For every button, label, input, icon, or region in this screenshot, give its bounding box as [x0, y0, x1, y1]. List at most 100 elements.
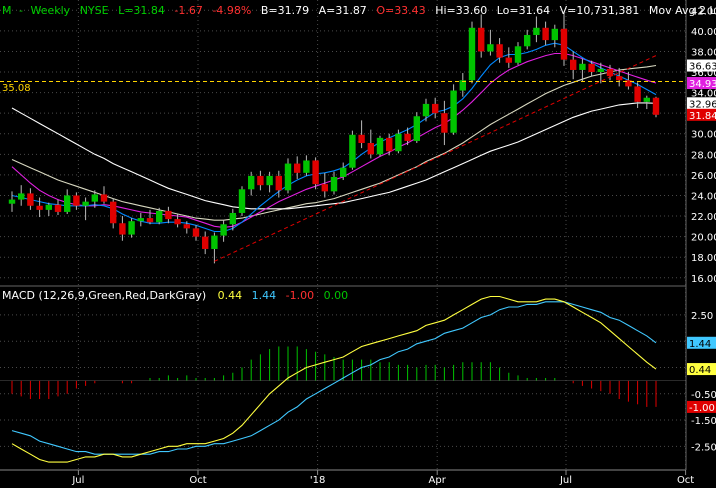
candle-down	[54, 204, 62, 212]
candle-up	[340, 167, 347, 177]
candle-down	[257, 175, 264, 186]
candle-up	[211, 235, 218, 249]
candle-up	[468, 27, 476, 81]
candle-up	[64, 195, 71, 212]
candle-up	[229, 212, 236, 225]
macd-header: MACD (12,26,9,Green,Red,DarkGray) 0.44 1…	[2, 289, 348, 302]
header-open: O=33.43	[376, 4, 425, 17]
candle-down	[386, 137, 393, 152]
candle-down	[100, 194, 108, 202]
date-tick-label: Oct	[677, 475, 694, 486]
candle-down	[652, 97, 660, 115]
candle-up	[597, 68, 604, 73]
candle-down	[192, 228, 200, 237]
candle-up	[422, 103, 430, 117]
price-tick-label: 30.00	[691, 130, 716, 141]
candle-down	[358, 134, 365, 143]
date-tick-label: '18	[310, 475, 325, 486]
candle-up	[376, 137, 384, 155]
macd-tick-label: -1.50	[691, 416, 716, 427]
candle-down	[505, 57, 512, 63]
price-tag: 31.84	[689, 111, 716, 122]
candle-down	[165, 210, 172, 220]
date-tick-label: Oct	[189, 475, 206, 486]
header-ask: A=31.87	[319, 4, 367, 17]
candle-down	[634, 86, 641, 102]
candle-down	[174, 219, 181, 225]
candle-down	[110, 201, 117, 224]
header-low: Lo=31.64	[497, 4, 550, 17]
candle-up	[82, 201, 89, 206]
macd-tag: 1.44	[689, 339, 711, 350]
macd-tag: -1.00	[689, 403, 715, 414]
candle-down	[588, 63, 595, 73]
date-tick-label: Apr	[429, 475, 447, 486]
header-volume: V=10,731,381	[560, 4, 640, 17]
candle-up	[413, 116, 420, 141]
date-tick-label: Jul	[71, 475, 84, 486]
candle-down	[496, 44, 503, 58]
candle-up	[643, 97, 650, 102]
candle-down	[560, 28, 568, 60]
candle-down	[441, 113, 448, 133]
candle-up	[91, 194, 98, 202]
header-last: L=31.84	[118, 4, 165, 17]
candle-up	[18, 193, 25, 200]
header-high: Hi=33.60	[435, 4, 487, 17]
price-tick-label: 28.00	[691, 150, 716, 161]
price-tag: 32.96	[689, 99, 716, 110]
candle-up	[128, 221, 135, 235]
candle-up	[238, 189, 246, 213]
candle-down	[73, 195, 80, 206]
date-tick-label: Jul	[559, 475, 572, 486]
price-tick-label: 22.00	[691, 212, 716, 223]
candle-down	[36, 205, 43, 210]
candle-up	[266, 175, 273, 186]
candle-up	[395, 133, 402, 152]
candle-up	[220, 224, 227, 236]
candle-down	[146, 218, 154, 223]
stock-chart[interactable]: 16.00 18.00 20.00 22.00 24.00 26.00 28.00 30.00…	[0, 0, 716, 488]
candle-down	[119, 223, 126, 235]
candle-down	[478, 27, 485, 52]
header-interval: Weekly	[30, 4, 70, 17]
candle-up	[349, 134, 356, 168]
candle-up	[487, 44, 494, 52]
candle-up	[450, 90, 457, 133]
candle-up	[45, 204, 52, 210]
header-bid: B=31.79	[261, 4, 309, 17]
header-change-pct: -4.98%	[212, 4, 251, 17]
candle-up	[579, 63, 586, 70]
macd-label: MACD (12,26,9,Green,Red,DarkGray)	[2, 289, 206, 302]
price-tick-label: 20.00	[691, 233, 716, 244]
price-tag: 36.63	[689, 62, 716, 73]
price-tick-label: 24.00	[691, 191, 716, 202]
macd-tick-label: -2.50	[691, 442, 716, 453]
candle-down	[294, 163, 301, 173]
macd-zero-value: 0.00	[324, 289, 349, 302]
candle-up	[524, 34, 531, 47]
ref-line-label: 35.08	[2, 83, 31, 94]
candle-down	[321, 184, 328, 192]
candle-down	[183, 224, 190, 229]
price-tick-label: 40.00	[691, 27, 716, 38]
candle-up	[330, 176, 338, 192]
header-symbol: M	[2, 4, 12, 17]
price-tick-label: 16.00	[691, 274, 716, 285]
macd-signal-value: 1.44	[252, 289, 277, 302]
candle-down	[570, 59, 577, 70]
candle-down	[616, 76, 623, 81]
price-tick-label: 26.00	[691, 171, 716, 182]
candle-up	[284, 163, 292, 191]
candle-up	[533, 27, 540, 35]
header-study: Mov Avg 2 Lines (Close,20,40,	[649, 4, 716, 17]
macd-tick-label: -0.50	[691, 390, 716, 401]
candle-down	[542, 27, 549, 41]
candle-up	[248, 175, 255, 190]
header-line: M - Weekly NYSE L=31.84 -1.67 -4.98% B=3…	[2, 4, 716, 17]
header-exchange: NYSE	[80, 4, 109, 17]
candle-up	[303, 160, 310, 173]
candle-up	[551, 28, 558, 41]
candle-down	[312, 160, 319, 185]
candle-down	[367, 143, 374, 155]
